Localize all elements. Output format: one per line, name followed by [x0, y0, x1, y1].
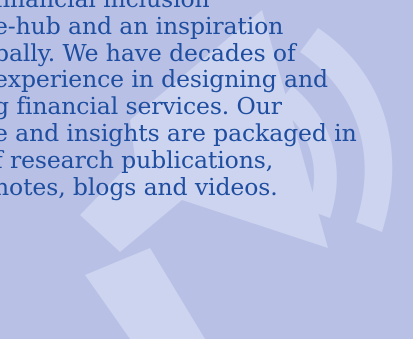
- text-line: e-hub and an inspiration: [0, 11, 284, 40]
- megaphone-handle: [85, 248, 205, 339]
- body-text: financial inclusion e-hub and an inspira…: [0, 0, 413, 200]
- text-line: f research publications,: [0, 145, 274, 174]
- text-line: g financial services. Our: [0, 92, 282, 121]
- text-line: bally. We have decades of: [0, 38, 296, 67]
- text-line: financial inclusion: [0, 0, 413, 13]
- text-line: experience in designing and: [0, 65, 328, 94]
- text-line: e and insights are packaged in: [0, 118, 357, 147]
- text-line: notes, blogs and videos.: [0, 172, 278, 201]
